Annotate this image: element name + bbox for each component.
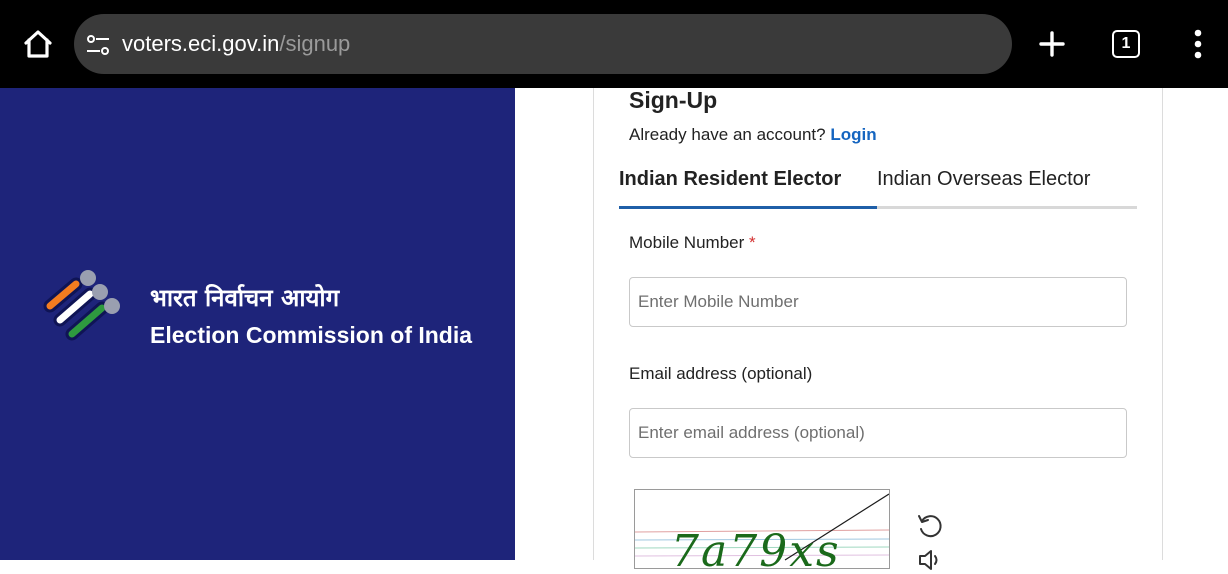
page-title: Sign-Up: [629, 87, 718, 113]
tab-indian-resident-elector[interactable]: Indian Resident Elector: [619, 168, 841, 191]
login-link[interactable]: Login: [830, 125, 876, 144]
brand-name-english: Election Commission of India: [150, 322, 473, 348]
elector-type-tabs: Indian Resident Elector Indian Overseas …: [619, 160, 1137, 209]
active-tab-indicator: [619, 206, 877, 209]
email-address-label: Email address (optional): [629, 364, 813, 383]
url-domain: voters.eci.gov.in: [122, 31, 280, 56]
captcha-image: 7a79xs: [634, 489, 890, 569]
address-bar[interactable]: voters.eci.gov.in/signup: [74, 14, 1012, 74]
eci-logo: [43, 270, 120, 341]
email-address-input[interactable]: [629, 408, 1127, 458]
more-vert-icon[interactable]: [1184, 24, 1212, 64]
browser-toolbar: voters.eci.gov.in/signup 1: [0, 0, 1228, 88]
url-path: /signup: [279, 31, 351, 56]
account-prompt-line: Already have an account? Login: [629, 125, 877, 145]
captcha-text: 7a79xs: [671, 526, 841, 568]
mobile-number-label-text: Mobile Number: [629, 233, 745, 252]
brand-panel: भारत निर्वाचन आयोग Election Commission o…: [0, 88, 515, 560]
tab-count: 1: [1112, 30, 1140, 58]
account-prompt-text: Already have an account?: [629, 125, 826, 144]
refresh-captcha-icon[interactable]: [916, 512, 944, 540]
url-text[interactable]: voters.eci.gov.in/signup: [122, 31, 350, 57]
signup-area: Sign-Up Already have an account? Login I…: [515, 87, 1228, 570]
home-icon[interactable]: [18, 24, 58, 64]
mobile-number-input[interactable]: [629, 277, 1127, 327]
brand-name-hindi: भारत निर्वाचन आयोग: [150, 284, 340, 312]
plus-icon[interactable]: [1032, 24, 1072, 64]
tab-indian-overseas-elector[interactable]: Indian Overseas Elector: [877, 168, 1090, 191]
captcha-graphic: 7a79xs: [635, 493, 889, 568]
tune-icon[interactable]: [84, 31, 112, 59]
signup-form-card: Sign-Up Already have an account? Login I…: [593, 87, 1163, 570]
tab-switcher-icon[interactable]: 1: [1110, 28, 1142, 60]
mobile-number-label: Mobile Number *: [629, 233, 756, 253]
audio-captcha-icon[interactable]: [916, 546, 944, 574]
required-marker: *: [749, 233, 756, 252]
